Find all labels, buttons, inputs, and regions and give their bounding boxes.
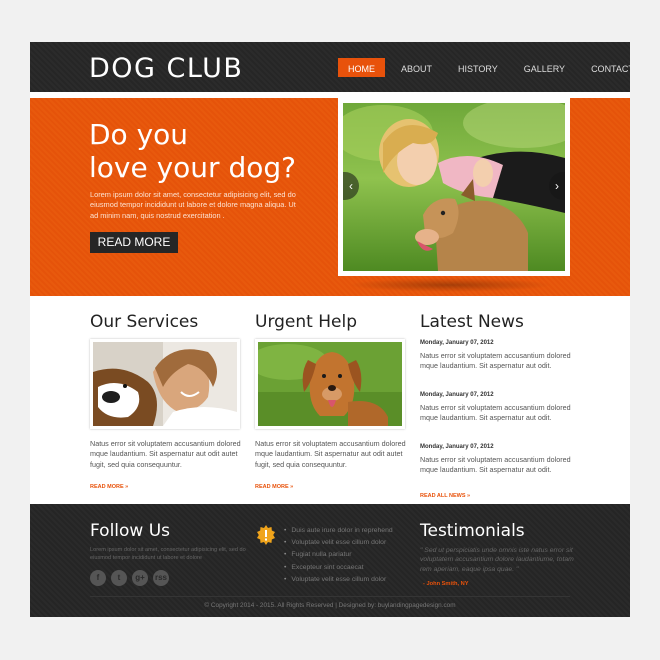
header-bar: DOG CLUB HOME ABOUT HISTORY GALLERY CONT… (30, 42, 630, 92)
rss-icon[interactable]: rss (153, 570, 169, 586)
page-frame: DOG CLUB HOME ABOUT HISTORY GALLERY CONT… (30, 42, 630, 617)
google-plus-icon[interactable]: g+ (132, 570, 148, 586)
footer-link-list: Duis aute irure dolor in reprehend Volup… (284, 525, 393, 586)
urgent-thumbnail (248, 339, 405, 429)
news-text: Natus error sit voluptatem accusantium d… (420, 351, 571, 371)
footer-list-item[interactable]: Voluptate velit esse cillum dolor (284, 537, 393, 549)
nav-home[interactable]: HOME (338, 58, 385, 77)
site-logo[interactable]: DOG CLUB (89, 53, 243, 84)
footer-list-item[interactable]: Excepteur sint occaecat (284, 562, 393, 574)
services-thumbnail (90, 339, 240, 429)
read-all-news-link[interactable]: READ ALL NEWS » (420, 493, 572, 499)
footer: Follow Us Lorem ipsum dolor sit amet, co… (30, 504, 630, 617)
footer-list-item[interactable]: Fugiat nulla pariatur (284, 549, 393, 561)
hero-banner: Do you love your dog? Lorem ipsum dolor … (30, 98, 630, 296)
woman-with-dog-photo (343, 103, 565, 271)
hero-title-line1: Do you (89, 118, 189, 151)
alert-badge-icon (257, 525, 275, 545)
services-title: Our Services (90, 312, 199, 332)
urgent-read-more-link[interactable]: READ MORE » (255, 484, 407, 490)
services-column: Our Services Natus error sit voluptatem … (90, 312, 242, 490)
hero-photo-shadow (348, 278, 552, 292)
testimonial-quote: " Sed ut perspiciatis unde omnis iste na… (420, 547, 574, 573)
nav-about[interactable]: ABOUT (391, 58, 442, 77)
footer-list-item[interactable]: Duis aute irure dolor in reprehend (284, 525, 392, 537)
testimonials-title: Testimonials (420, 521, 525, 541)
hero-slider-photo: ‹ › (338, 98, 570, 276)
urgent-title: Urgent Help (255, 312, 357, 332)
news-date: Monday, January 07, 2012 (420, 444, 494, 450)
hero-text: Lorem ipsum dolor sit amet, consectetur … (90, 190, 296, 220)
follow-us-text: Lorem ipsum dolor sit amet, consectetur … (90, 547, 246, 561)
footer-divider (90, 596, 570, 597)
copyright-text: © Copyright 2014 - 2015. All Rights Rese… (204, 602, 456, 609)
nav-history[interactable]: HISTORY (448, 58, 508, 77)
woman-hugging-dog-photo (93, 342, 237, 426)
news-item: Monday, January 07, 2012 Natus error sit… (420, 444, 572, 496)
social-icons: f t g+ rss (90, 570, 174, 586)
testimonial-author: - John Smith, NY (423, 581, 469, 587)
urgent-column: Urgent Help Natus error sit voluptatem a… (248, 312, 407, 490)
news-title: Latest News (420, 312, 524, 332)
facebook-icon[interactable]: f (90, 570, 106, 586)
hero-read-more-button[interactable]: READ MORE (90, 232, 178, 253)
urgent-text: Natus error sit voluptatem accusantium d… (255, 439, 406, 469)
services-text: Natus error sit voluptatem accusantium d… (90, 439, 241, 469)
news-date: Monday, January 07, 2012 (420, 392, 494, 398)
nav-gallery[interactable]: GALLERY (514, 58, 575, 77)
hero-title-line2: love your dog? (89, 151, 297, 184)
hero-title: Do you love your dog? (89, 118, 329, 184)
dog-on-grass-photo (248, 342, 402, 426)
news-item: Monday, January 07, 2012 Natus error sit… (420, 392, 572, 444)
news-date: Monday, January 07, 2012 (420, 340, 494, 346)
news-text: Natus error sit voluptatem accusantium d… (420, 403, 571, 423)
news-column: Latest News Monday, January 07, 2012 Nat… (420, 312, 572, 499)
services-read-more-link[interactable]: READ MORE » (90, 484, 242, 490)
news-item: Monday, January 07, 2012 Natus error sit… (420, 340, 572, 392)
main-nav: HOME ABOUT HISTORY GALLERY CONTACTS (338, 58, 630, 77)
twitter-icon[interactable]: t (111, 570, 127, 586)
footer-list-item[interactable]: Voluptate velit esse cillum dolor (284, 574, 393, 586)
nav-contacts[interactable]: CONTACTS (581, 58, 630, 77)
follow-us-title: Follow Us (90, 521, 171, 541)
news-text: Natus error sit voluptatem accusantium d… (420, 455, 571, 475)
